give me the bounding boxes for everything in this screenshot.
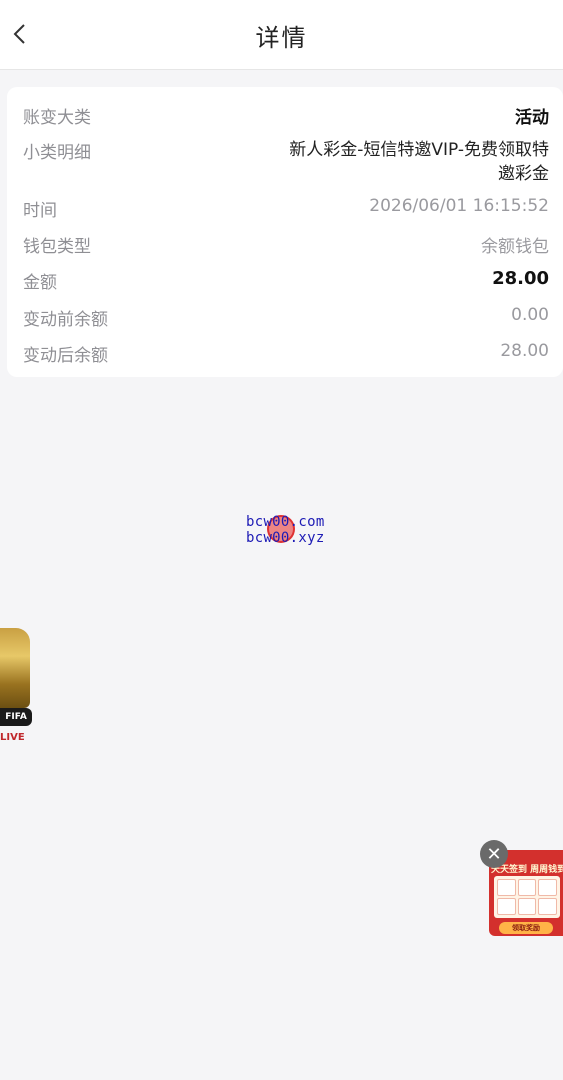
subcategory-label: 小类明细 xyxy=(23,143,91,163)
detail-card: 账变大类 活动 小类明细 新人彩金-短信特邀VIP-免费领取特邀彩金 时间 20… xyxy=(7,87,563,377)
watermark-line-1: bcw00.com xyxy=(246,514,325,530)
promo-day-cell xyxy=(517,879,537,896)
promo-claim-button[interactable]: 领取奖励 xyxy=(499,922,553,934)
amount-value: 28.00 xyxy=(492,268,549,289)
detail-row-subcategory: 小类明细 新人彩金-短信特邀VIP-免费领取特邀彩金 xyxy=(23,138,549,186)
detail-row-wallet-type: 钱包类型 余额钱包 xyxy=(23,232,549,257)
detail-row-category: 账变大类 活动 xyxy=(23,103,549,128)
detail-row-balance-after: 变动后余额 28.00 xyxy=(23,341,549,366)
detail-row-time: 时间 2026/06/01 16:15:52 xyxy=(23,196,549,221)
category-label: 账变大类 xyxy=(23,108,91,128)
detail-row-balance-before: 变动前余额 0.00 xyxy=(23,305,549,330)
trophy-icon xyxy=(0,628,30,708)
promo-float[interactable]: ✕ 天天签到 周周钱到 领取奖励 xyxy=(480,840,563,936)
amount-label: 金额 xyxy=(23,273,57,293)
promo-day-cell xyxy=(538,879,557,896)
time-value: 2026/06/01 16:15:52 xyxy=(369,196,549,216)
balance-before-label: 变动前余额 xyxy=(23,310,108,330)
promo-day-cell xyxy=(497,898,516,915)
watermark-line-2: bcw00.xyz xyxy=(246,530,325,546)
live-label: LIVE xyxy=(0,732,25,743)
close-icon[interactable]: ✕ xyxy=(480,840,508,868)
promo-day-cell xyxy=(538,898,557,915)
fifa-badge: FIFA xyxy=(0,708,32,726)
promo-day-cell xyxy=(497,879,516,896)
subcategory-value: 新人彩金-短信特邀VIP-免费领取特邀彩金 xyxy=(289,140,549,184)
category-value: 活动 xyxy=(515,108,549,128)
page-title: 详情 xyxy=(255,24,308,52)
trophy-live-float[interactable]: FIFA LIVE xyxy=(0,622,32,750)
header-bar: 详情 xyxy=(0,0,563,70)
balance-after-value: 28.00 xyxy=(500,341,549,361)
balance-after-label: 变动后余额 xyxy=(23,346,108,366)
wallet-type-label: 钱包类型 xyxy=(23,237,91,257)
detail-row-amount: 金额 28.00 xyxy=(23,268,549,293)
promo-calendar xyxy=(494,876,560,918)
time-label: 时间 xyxy=(23,201,57,221)
promo-day-cell xyxy=(517,898,537,915)
wallet-type-value: 余额钱包 xyxy=(481,237,549,257)
watermark: bcw00.com bcw00.xyz xyxy=(246,514,336,548)
balance-before-value: 0.00 xyxy=(511,305,549,325)
